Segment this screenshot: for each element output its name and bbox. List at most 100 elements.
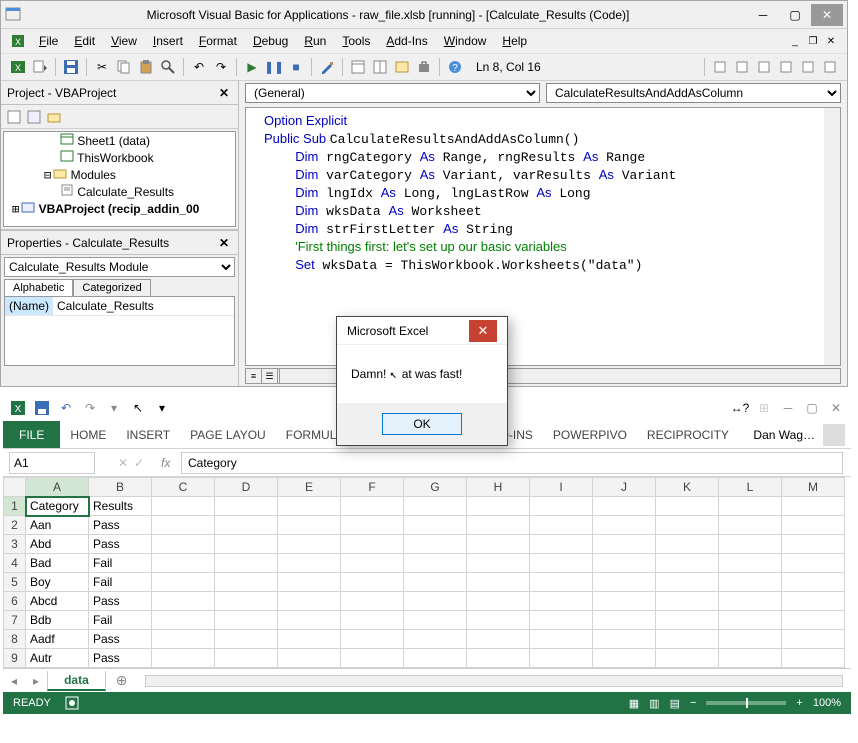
save-icon[interactable] xyxy=(33,399,51,417)
col-header-A[interactable]: A xyxy=(26,478,89,497)
cell-B2[interactable]: Pass xyxy=(89,516,152,535)
redo-icon[interactable]: ↷ xyxy=(212,58,230,76)
undo-icon[interactable]: ↶ xyxy=(57,399,75,417)
col-header-D[interactable]: D xyxy=(215,478,278,497)
user-name[interactable]: Dan Wag… xyxy=(753,428,815,442)
cell-A4[interactable]: Bad xyxy=(26,554,89,573)
procedure-view-button[interactable]: ≡ xyxy=(246,369,262,383)
cancel-formula-icon[interactable]: ✕ xyxy=(118,456,128,470)
mdi-close[interactable]: ✕ xyxy=(823,34,839,48)
cell-M8[interactable] xyxy=(782,630,845,649)
cell-D7[interactable] xyxy=(215,611,278,630)
code-line[interactable]: Dim rngCategory As Range, rngResults As … xyxy=(264,148,836,166)
cell-H7[interactable] xyxy=(467,611,530,630)
save-icon[interactable] xyxy=(62,58,80,76)
cell-H2[interactable] xyxy=(467,516,530,535)
col-header-M[interactable]: M xyxy=(782,478,845,497)
menu-run[interactable]: Run xyxy=(296,32,334,50)
code-line[interactable]: Option Explicit xyxy=(264,112,836,130)
zoom-slider[interactable] xyxy=(706,701,786,705)
cell-L5[interactable] xyxy=(719,573,782,592)
cell-I2[interactable] xyxy=(530,516,593,535)
cell-L7[interactable] xyxy=(719,611,782,630)
ext-icon-2[interactable] xyxy=(733,58,751,76)
code-object-dropdown[interactable]: (General) xyxy=(245,83,540,103)
cell-M9[interactable] xyxy=(782,649,845,668)
ribbon-tab-page layou[interactable]: PAGE LAYOU xyxy=(180,421,276,448)
formula-input[interactable] xyxy=(181,452,843,474)
cell-K7[interactable] xyxy=(656,611,719,630)
maximize-button[interactable]: ▢ xyxy=(779,4,811,26)
cut-icon[interactable]: ✂ xyxy=(93,58,111,76)
spreadsheet-grid[interactable]: ABCDEFGHIJKLM1CategoryResults2AanPass3Ab… xyxy=(3,477,845,668)
cell-F5[interactable] xyxy=(341,573,404,592)
cell-E4[interactable] xyxy=(278,554,341,573)
col-header-L[interactable]: L xyxy=(719,478,782,497)
cell-G8[interactable] xyxy=(404,630,467,649)
sheet-nav-next[interactable]: ▸ xyxy=(25,674,47,688)
cell-E9[interactable] xyxy=(278,649,341,668)
pause-icon[interactable]: ❚❚ xyxy=(265,58,283,76)
cell-C7[interactable] xyxy=(152,611,215,630)
cell-A7[interactable]: Bdb xyxy=(26,611,89,630)
ribbon-tab-file[interactable]: FILE xyxy=(3,421,60,448)
help-icon[interactable]: ? xyxy=(446,58,464,76)
cell-M4[interactable] xyxy=(782,554,845,573)
cell-H4[interactable] xyxy=(467,554,530,573)
cell-G4[interactable] xyxy=(404,554,467,573)
cell-J8[interactable] xyxy=(593,630,656,649)
cell-I9[interactable] xyxy=(530,649,593,668)
sheet-hscroll[interactable] xyxy=(145,675,843,687)
code-editor[interactable]: Option ExplicitPublic Sub CalculateResul… xyxy=(245,107,841,366)
cell-F2[interactable] xyxy=(341,516,404,535)
code-line[interactable]: Set wksData = ThisWorkbook.Worksheets("d… xyxy=(264,256,836,274)
toolbox-icon[interactable] xyxy=(415,58,433,76)
cell-M7[interactable] xyxy=(782,611,845,630)
menu-help[interactable]: Help xyxy=(494,32,535,50)
view-page-icon[interactable]: ▥ xyxy=(649,697,659,710)
cell-I7[interactable] xyxy=(530,611,593,630)
cell-I8[interactable] xyxy=(530,630,593,649)
cell-A3[interactable]: Abd xyxy=(26,535,89,554)
view-normal-icon[interactable]: ▦ xyxy=(629,697,639,710)
code-line[interactable]: Dim lngIdx As Long, lngLastRow As Long xyxy=(264,184,836,202)
cell-A1[interactable]: Category xyxy=(26,497,89,516)
ext-icon-6[interactable] xyxy=(821,58,839,76)
cell-M3[interactable] xyxy=(782,535,845,554)
project-explorer-close[interactable]: ✕ xyxy=(216,85,232,101)
ribbon-tab-reciprocity[interactable]: RECIPROCITY xyxy=(637,421,739,448)
cell-C5[interactable] xyxy=(152,573,215,592)
message-box-close[interactable]: ✕ xyxy=(469,320,497,342)
design-mode-icon[interactable] xyxy=(318,58,336,76)
zoom-out-button[interactable]: − xyxy=(690,697,696,709)
run-icon[interactable]: ▶ xyxy=(243,58,261,76)
cell-A5[interactable]: Boy xyxy=(26,573,89,592)
project-explorer-icon[interactable] xyxy=(349,58,367,76)
mdi-restore[interactable]: ❐ xyxy=(805,34,821,48)
col-header-F[interactable]: F xyxy=(341,478,404,497)
cell-A6[interactable]: Abcd xyxy=(26,592,89,611)
cell-F4[interactable] xyxy=(341,554,404,573)
cell-J5[interactable] xyxy=(593,573,656,592)
object-browser-icon[interactable] xyxy=(393,58,411,76)
col-header-J[interactable]: J xyxy=(593,478,656,497)
sheet-nav-prev[interactable]: ◂ xyxy=(3,674,25,688)
properties-grid[interactable]: (Name) Calculate_Results xyxy=(4,296,235,366)
qat-customize-icon[interactable]: ▾ xyxy=(153,399,171,417)
cell-L1[interactable] xyxy=(719,497,782,516)
window-close[interactable]: ✕ xyxy=(827,399,845,417)
cell-D3[interactable] xyxy=(215,535,278,554)
cell-G6[interactable] xyxy=(404,592,467,611)
ext-icon-3[interactable] xyxy=(755,58,773,76)
ribbon-tab-home[interactable]: HOME xyxy=(60,421,116,448)
cell-I4[interactable] xyxy=(530,554,593,573)
row-header-3[interactable]: 3 xyxy=(4,535,26,554)
user-avatar-icon[interactable] xyxy=(823,424,845,446)
cell-G2[interactable] xyxy=(404,516,467,535)
cell-F8[interactable] xyxy=(341,630,404,649)
ext-icon-4[interactable] xyxy=(777,58,795,76)
copy-icon[interactable] xyxy=(115,58,133,76)
cell-K2[interactable] xyxy=(656,516,719,535)
cell-E7[interactable] xyxy=(278,611,341,630)
cell-B3[interactable]: Pass xyxy=(89,535,152,554)
